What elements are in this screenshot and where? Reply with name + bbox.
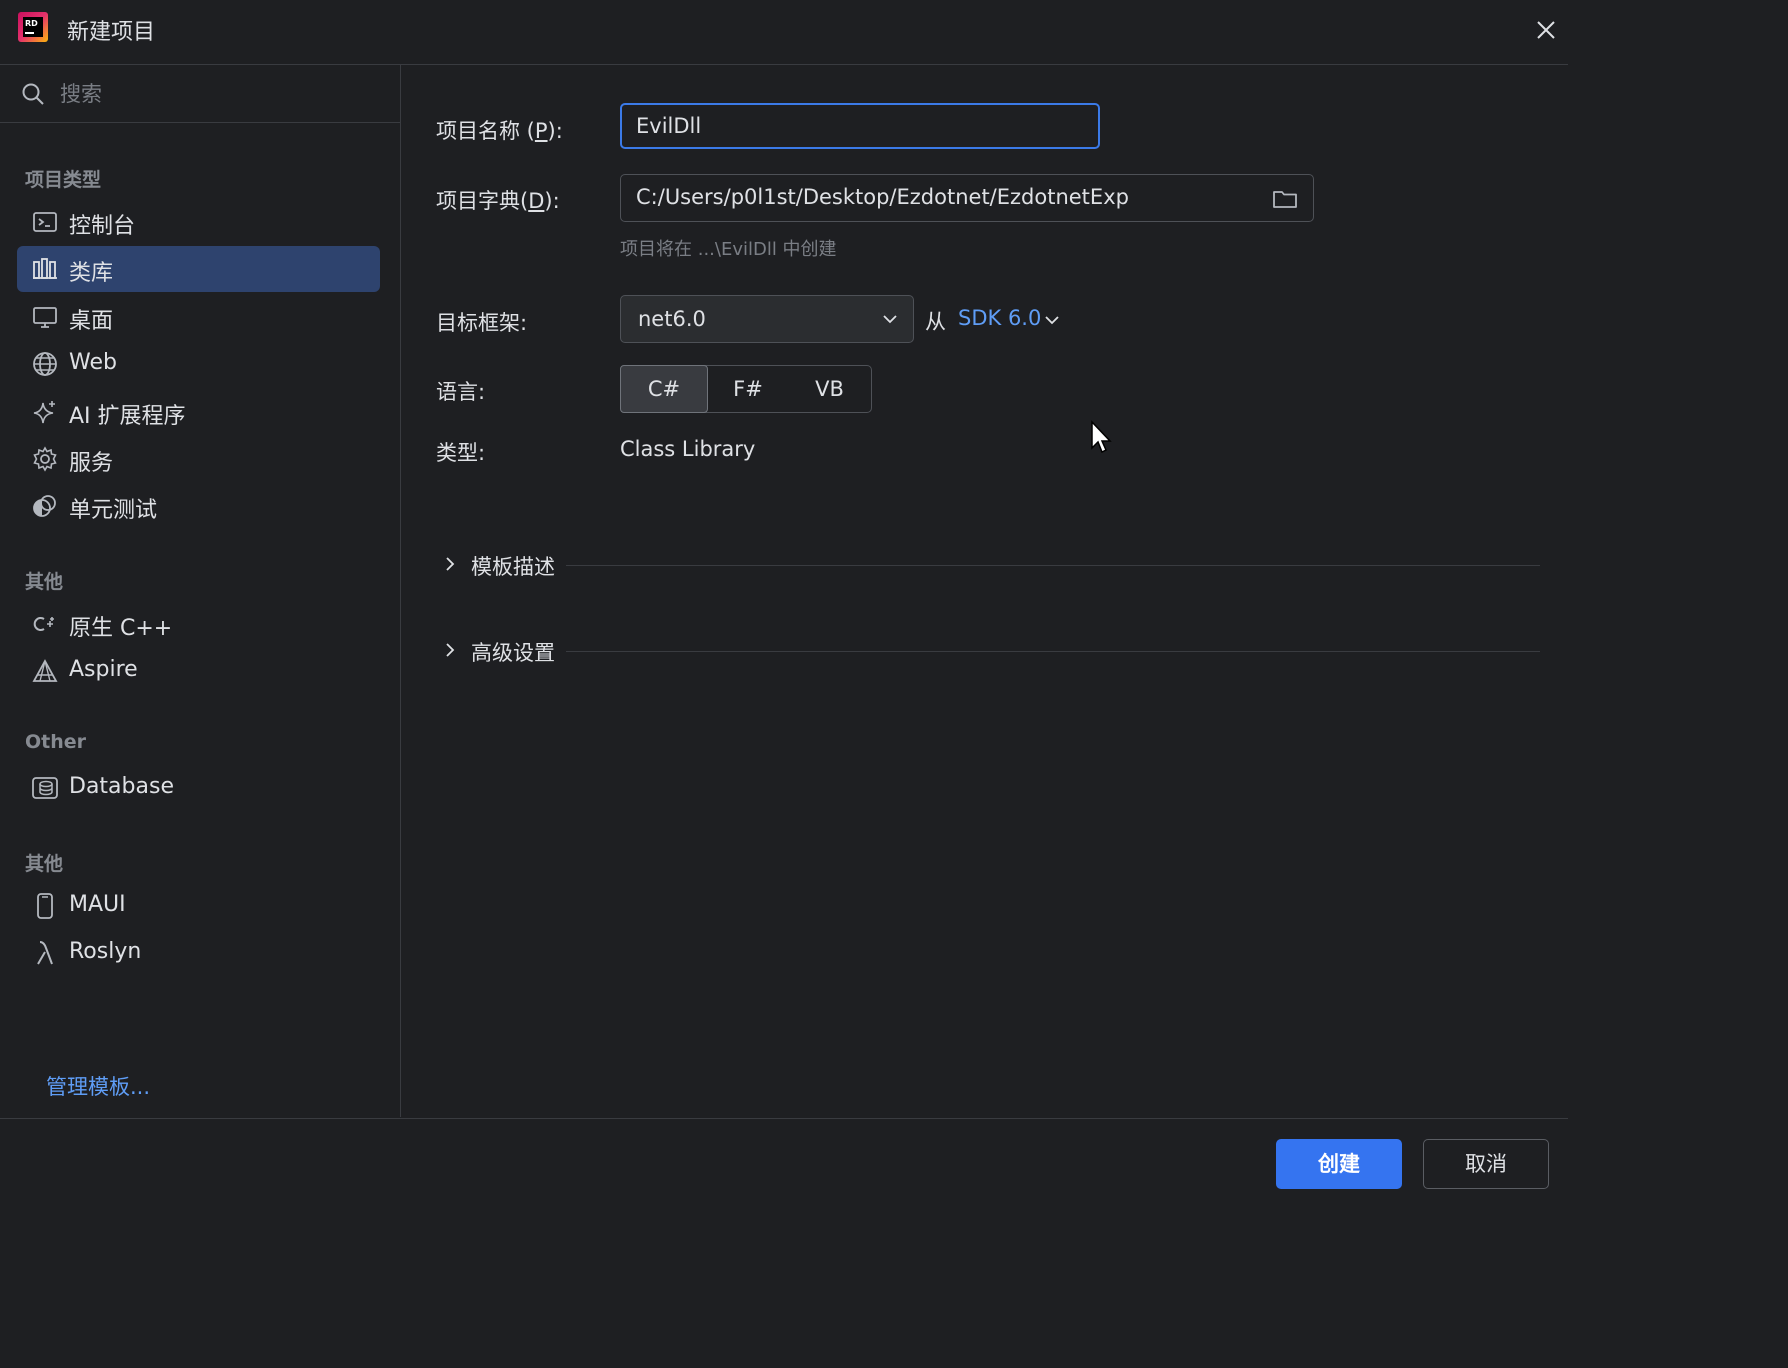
language-label: 语言: [436,380,486,404]
desktop-icon [33,307,57,328]
framework-label: 目标框架: [436,311,528,335]
framework-value: net6.0 [638,307,706,331]
from-label: 从 [925,310,946,334]
close-icon[interactable] [1530,14,1562,46]
advanced-settings-toggle[interactable]: 高级设置 [436,631,1546,671]
dialog-footer: 创建 取消 [0,1118,1568,1201]
sidebar-item-database[interactable]: Database [17,765,380,811]
section-title-other: 其他 [25,571,64,593]
sidebar-item-ai-extension[interactable]: AI 扩展程序 [17,389,380,435]
chevron-right-icon [446,643,455,657]
sidebar-item-label: 桌面 [69,309,114,334]
language-segmented-control: C# F# VB [620,365,872,413]
logo-text: RD [25,19,38,28]
sidebar-item-label: MAUI [69,892,126,917]
mobile-icon [37,893,53,919]
type-label: 类型: [436,441,486,465]
section-title-other-en: Other [25,731,87,753]
project-name-input[interactable] [620,103,1100,149]
aspire-icon [32,659,58,682]
database-icon [32,777,58,799]
gear-icon [33,446,57,472]
project-dir-label: 项目字典(D): [436,189,560,213]
create-location-hint: 项目将在 ...\EvilDll 中创建 [620,239,837,260]
sidebar-item-label: 服务 [69,451,114,476]
divider [566,565,1540,566]
search-input[interactable] [58,77,382,111]
project-dir-value: C:/Users/p0l1st/Desktop/Ezdotnet/Ezdotne… [636,185,1129,209]
sidebar-item-label: Web [69,350,117,375]
sidebar-item-maui[interactable]: MAUI [17,883,380,929]
sidebar-item-unit-test[interactable]: 单元测试 [17,483,380,529]
chevron-down-icon [883,315,897,324]
manage-templates-link[interactable]: 管理模板... [46,1071,150,1101]
project-settings-form: 项目名称 (P): 项目字典(D): C:/Users/p0l1st/Deskt… [401,65,1568,1117]
language-csharp-button[interactable]: C# [620,365,708,413]
chevron-right-icon [446,557,455,571]
sidebar-item-console[interactable]: 控制台 [17,199,380,245]
sidebar-item-label: 类库 [69,261,114,286]
divider [566,651,1540,652]
unit-test-icon [33,495,56,517]
globe-icon [33,352,57,376]
sidebar-item-desktop[interactable]: 桌面 [17,294,380,340]
title-bar: RD 新建项目 [0,0,1568,65]
sidebar-item-label: Database [69,774,174,799]
sdk-chevron-down-icon[interactable] [1043,311,1061,329]
sidebar-item-label: AI 扩展程序 [69,404,186,429]
search-icon [22,83,44,105]
class-library-icon [33,258,57,279]
sidebar-item-roslyn[interactable]: Roslyn [17,930,380,976]
console-icon [33,212,57,232]
folder-icon[interactable] [1271,185,1299,213]
sidebar-item-label: Aspire [69,657,138,682]
language-vb-button[interactable]: VB [788,366,871,412]
project-name-label: 项目名称 (P): [436,119,563,143]
sidebar-item-label: 控制台 [69,214,136,239]
sidebar-item-native-cpp[interactable]: 原生 C++ [17,601,380,647]
sparkle-icon [33,401,55,424]
cancel-button[interactable]: 取消 [1423,1139,1549,1189]
search-row [0,65,400,123]
create-button[interactable]: 创建 [1276,1139,1402,1189]
template-description-label: 模板描述 [471,555,555,579]
sidebar-item-label: 原生 C++ [69,616,173,641]
template-description-toggle[interactable]: 模板描述 [436,545,1546,585]
language-fsharp-button[interactable]: F# [708,366,788,412]
section-title-project-types: 项目类型 [25,169,102,191]
mouse-cursor-icon [1091,420,1112,454]
sidebar-item-label: Roslyn [69,939,142,964]
sidebar-item-service[interactable]: 服务 [17,436,380,482]
window-title: 新建项目 [67,20,156,45]
sidebar-item-web[interactable]: Web [17,341,380,387]
type-value: Class Library [620,437,756,461]
section-title-other-2: 其他 [25,853,64,875]
template-sidebar: 项目类型 控制台 类库 桌面 Web [0,65,401,1117]
rider-logo: RD [18,12,48,42]
cpp-icon [33,617,54,631]
project-dir-input[interactable]: C:/Users/p0l1st/Desktop/Ezdotnet/Ezdotne… [620,174,1314,222]
sidebar-item-aspire[interactable]: Aspire [17,648,380,694]
sidebar-item-label: 单元测试 [69,498,158,523]
sdk-version-link[interactable]: SDK 6.0 [958,306,1041,330]
advanced-settings-label: 高级设置 [471,641,555,665]
lambda-icon [37,941,53,965]
sidebar-item-class-library[interactable]: 类库 [17,246,380,292]
framework-select[interactable]: net6.0 [620,295,914,343]
